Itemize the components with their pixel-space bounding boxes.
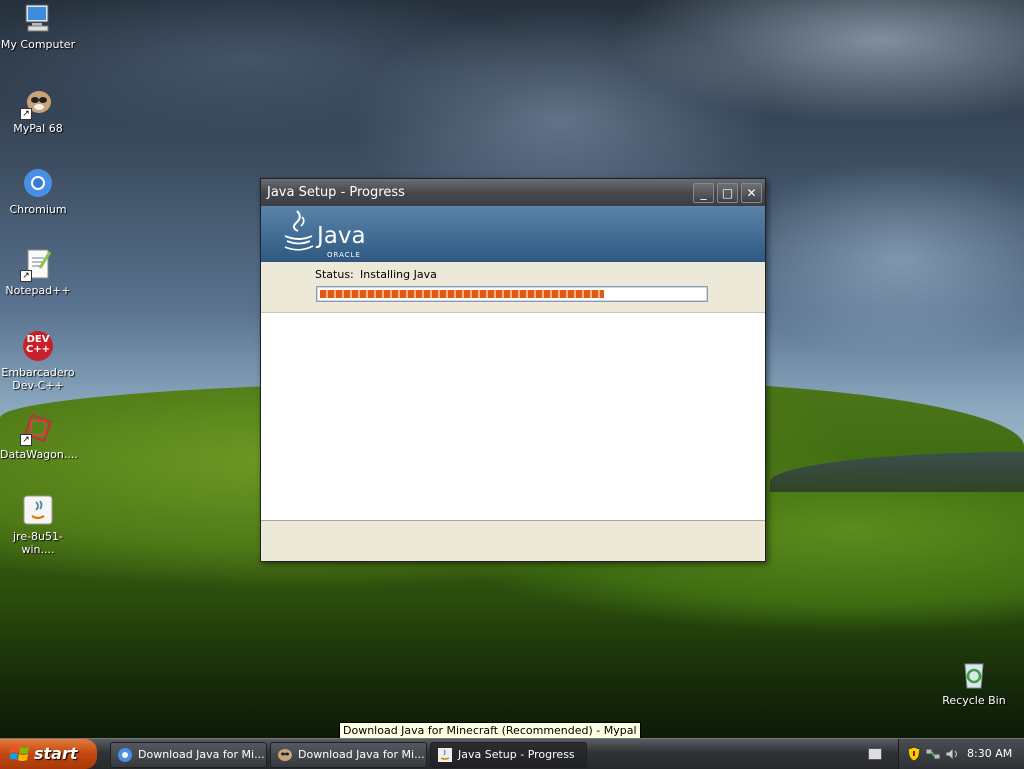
status-area: Status: Installing Java	[261, 262, 765, 313]
taskbar-button-label: Download Java for Mi...	[138, 748, 265, 761]
volume-icon[interactable]	[945, 747, 959, 761]
desktop-icon-recycle-bin[interactable]: Recycle Bin	[936, 658, 1012, 707]
java-installer-icon	[22, 494, 54, 526]
shortcut-arrow-icon: ↗	[20, 270, 32, 282]
network-icon[interactable]	[925, 747, 941, 761]
computer-icon	[22, 2, 54, 34]
desktop-icon-label: DataWagon....	[0, 448, 78, 461]
devcpp-badge: DEV C++	[25, 334, 51, 355]
minimize-button[interactable]: _	[693, 183, 714, 203]
java-logo-text: Java	[317, 223, 366, 249]
mypal-icon	[278, 749, 292, 761]
recycle-bin-icon	[958, 658, 990, 690]
system-tray: 8:30 AM	[898, 739, 1024, 769]
java-banner: Java ORACLE	[261, 206, 765, 262]
java-cup-icon	[284, 210, 314, 251]
devcpp-icon: DEV C++	[22, 330, 54, 362]
desktop-icon-label: Notepad++	[5, 284, 71, 297]
desktop-icon-chromium[interactable]: Chromium	[0, 167, 76, 216]
oracle-logo-text: ORACLE	[327, 251, 361, 259]
close-button[interactable]: ✕	[741, 183, 762, 203]
shortcut-arrow-icon: ↗	[20, 108, 32, 120]
chromium-icon	[118, 748, 132, 762]
desktop-icon-label: Recycle Bin	[942, 694, 1006, 707]
datawagon-icon: ↗	[20, 412, 54, 446]
desktop-icon-mypal[interactable]: ↗ MyPal 68	[0, 86, 76, 135]
start-button[interactable]: start	[0, 739, 97, 769]
window-footer	[261, 521, 765, 561]
start-label: start	[34, 744, 78, 763]
desktop-icon-devcpp[interactable]: DEV C++ Embarcadero Dev-C++	[0, 330, 76, 392]
taskbar-button-mypal-1[interactable]: Download Java for Mi...	[110, 742, 267, 768]
chromium-icon	[22, 167, 54, 199]
desktop-icon-notepadpp[interactable]: ↗ Notepad++	[0, 248, 76, 297]
mypal-icon: ↗	[20, 86, 54, 120]
desktop-icon-jre-installer[interactable]: jre-8u51-win....	[0, 494, 76, 556]
taskbar: start Download Java for Mi... Download J…	[0, 738, 1024, 769]
java-icon	[438, 748, 452, 762]
taskbar-button-label: Java Setup - Progress	[458, 748, 575, 761]
content-area	[261, 313, 765, 521]
status-value: Installing Java	[360, 268, 437, 281]
window-titlebar[interactable]: Java Setup - Progress _ □ ✕	[261, 179, 765, 206]
windows-logo-icon	[10, 746, 29, 761]
shortcut-arrow-icon: ↗	[20, 434, 32, 446]
java-setup-window: Java Setup - Progress _ □ ✕ Java ORACLE …	[260, 178, 766, 562]
maximize-button[interactable]: □	[717, 183, 738, 203]
keyboard-icon[interactable]	[868, 748, 882, 760]
desktop-icon-label: jre-8u51-win....	[12, 530, 63, 556]
notepadpp-icon: ↗	[20, 248, 54, 282]
desktop-icon-datawagon[interactable]: ↗ DataWagon....	[0, 412, 78, 461]
status-label: Status:	[315, 268, 354, 281]
desktop-icon-label: Chromium	[9, 203, 67, 216]
taskbar-tooltip: Download Java for Minecraft (Recommended…	[339, 722, 641, 739]
window-title: Java Setup - Progress	[267, 185, 405, 200]
progress-fill	[320, 290, 604, 298]
desktop-icon-label: Embarcadero Dev-C++	[1, 366, 75, 392]
desktop-icon-label: My Computer	[0, 38, 76, 51]
taskbar-button-label: Download Java for Mi...	[298, 748, 425, 761]
progress-bar	[316, 286, 708, 302]
taskbar-button-java-setup[interactable]: Java Setup - Progress	[430, 742, 587, 768]
desktop-icon-my-computer[interactable]: My Computer	[0, 2, 76, 51]
security-shield-icon[interactable]	[907, 746, 921, 762]
taskbar-button-mypal-2[interactable]: Download Java for Mi...	[270, 742, 427, 768]
clock[interactable]: 8:30 AM	[967, 747, 1012, 760]
desktop-icon-label: MyPal 68	[13, 122, 63, 135]
